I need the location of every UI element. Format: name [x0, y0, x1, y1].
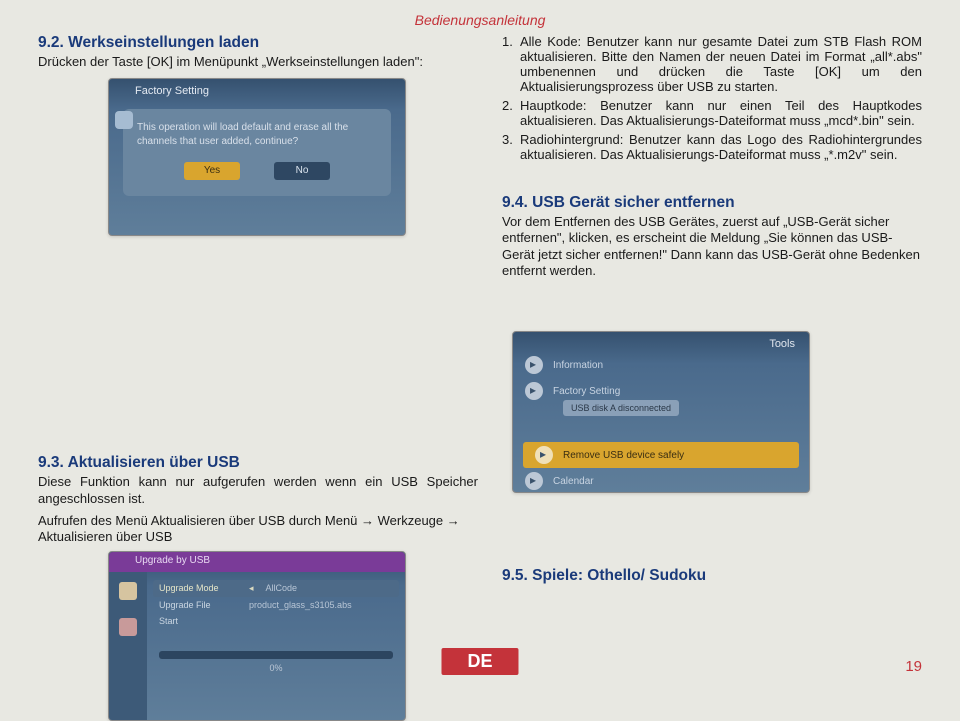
- menu-label: Factory Setting: [553, 386, 620, 397]
- upgrade-file-label: Upgrade File: [159, 600, 237, 610]
- screenshot-upgrade-body: Upgrade Mode ◂ AllCode Upgrade File prod…: [109, 572, 405, 720]
- section-9-3-text-2: Aufrufen des Menü Aktualisieren über USB…: [38, 513, 478, 546]
- section-9-2-heading: 9.2. Werkseinstellungen laden: [38, 34, 478, 52]
- upgrade-mode-label: Upgrade Mode: [159, 583, 237, 594]
- language-badge: DE: [441, 648, 518, 675]
- upgrade-file-value: product_glass_s3105.abs: [249, 600, 352, 610]
- dialog-buttons: Yes No: [137, 162, 377, 180]
- upgrade-start-label: Start: [159, 616, 237, 626]
- menu-item-remove-usb[interactable]: Remove USB device safely: [523, 442, 799, 468]
- section-9-4-text: Vor dem Entfernen des USB Gerätes, zuers…: [502, 214, 922, 279]
- screenshot-factory-setting: Factory Setting This operation will load…: [108, 78, 406, 236]
- screenshot-upgrade-title: Upgrade by USB: [109, 552, 405, 572]
- menu-item-information[interactable]: Information: [513, 352, 809, 378]
- list-text: Hauptkode: Benutzer kann nur einen Teil …: [520, 98, 922, 128]
- section-9-5: 9.5. Spiele: Othello/ Sudoku: [502, 567, 922, 585]
- chevron-right-icon: [525, 382, 543, 400]
- chevron-right-icon: [525, 356, 543, 374]
- menu-label: Remove USB device safely: [563, 450, 684, 461]
- section-9-3-text-1: Diese Funktion kann nur aufgerufen werde…: [38, 474, 478, 507]
- page-number: 19: [905, 658, 922, 675]
- screenshot-tools: Tools Information Factory Setting USB di…: [512, 331, 810, 493]
- list-number: 2.: [502, 98, 520, 128]
- screenshot-upgrade-usb: Upgrade by USB Upgrade Mode ◂ AllCode Up…: [108, 551, 406, 721]
- list-item: 2. Hauptkode: Benutzer kann nur einen Te…: [502, 98, 922, 128]
- chevron-right-icon: [525, 472, 543, 490]
- content-columns: 9.2. Werkseinstellungen laden Drücken de…: [38, 34, 922, 721]
- list-number: 3.: [502, 132, 520, 162]
- upgrade-mode-row[interactable]: Upgrade Mode ◂ AllCode: [153, 580, 399, 597]
- section-9-3: 9.3. Aktualisieren über USB Diese Funkti…: [38, 454, 478, 545]
- upgrade-start-row[interactable]: Start: [159, 613, 393, 629]
- list-item: 1. Alle Kode: Benutzer kann nur gesamte …: [502, 34, 922, 94]
- screenshot-tools-title: Tools: [513, 332, 809, 352]
- list-text: Alle Kode: Benutzer kann nur gesamte Dat…: [520, 34, 922, 94]
- list-text: Radiohintergrund: Benutzer kann das Logo…: [520, 132, 922, 162]
- menu-label: Information: [553, 360, 603, 371]
- right-column: 1. Alle Kode: Benutzer kann nur gesamte …: [502, 34, 922, 721]
- left-column: 9.2. Werkseinstellungen laden Drücken de…: [38, 34, 478, 721]
- screenshot-title: Factory Setting: [109, 79, 405, 101]
- list-item: 3. Radiohintergrund: Benutzer kann das L…: [502, 132, 922, 162]
- page-footer: DE 19: [38, 658, 922, 675]
- upgrade-file-row[interactable]: Upgrade File product_glass_s3105.abs: [159, 597, 393, 613]
- list-number: 1.: [502, 34, 520, 94]
- dialog-message: This operation will load default and era…: [137, 121, 377, 148]
- upgrade-mode-value: AllCode: [266, 583, 298, 594]
- yes-button[interactable]: Yes: [184, 162, 240, 180]
- toolbox-icon: [115, 111, 133, 129]
- section-9-5-heading: 9.5. Spiele: Othello/ Sudoku: [502, 567, 922, 585]
- sidebar-icons: [115, 111, 133, 129]
- menu-item-calendar[interactable]: Calendar: [513, 468, 809, 493]
- menu-label: Calendar: [553, 476, 594, 487]
- confirm-dialog: This operation will load default and era…: [123, 109, 391, 196]
- screenshot-left-panel: [109, 572, 147, 720]
- section-9-3-heading: 9.3. Aktualisieren über USB: [38, 454, 478, 472]
- document-header: Bedienungsanleitung: [38, 12, 922, 28]
- toolbox-icon: [119, 582, 137, 600]
- briefcase-icon: [119, 618, 137, 636]
- section-9-2-text: Drücken der Taste [OK] im Menüpunkt „Wer…: [38, 54, 478, 70]
- chevron-right-icon: [535, 446, 553, 464]
- section-9-4-heading: 9.4. USB Gerät sicher entfernen: [502, 194, 922, 212]
- no-button[interactable]: No: [274, 162, 330, 180]
- screenshot-right-panel: Upgrade Mode ◂ AllCode Upgrade File prod…: [147, 572, 405, 720]
- usb-disconnected-tooltip: USB disk A disconnected: [563, 400, 679, 416]
